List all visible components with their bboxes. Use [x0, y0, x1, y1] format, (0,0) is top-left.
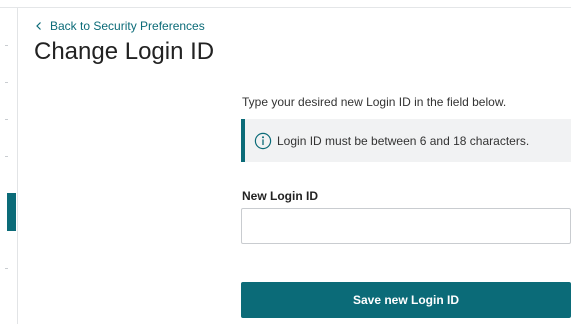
info-circle-icon [254, 132, 272, 149]
header-divider [0, 7, 571, 8]
new-login-id-input[interactable] [241, 208, 571, 244]
rail-marker [5, 82, 8, 83]
save-new-login-id-button[interactable]: Save new Login ID [241, 282, 571, 318]
back-link-label: Back to Security Preferences [50, 19, 205, 33]
back-to-security-preferences-link[interactable]: Back to Security Preferences [34, 19, 205, 33]
side-navigation-rail [0, 8, 18, 324]
new-login-id-label: New Login ID [242, 189, 318, 203]
rail-marker [5, 119, 8, 120]
page-title: Change Login ID [34, 38, 215, 65]
info-message-text: Login ID must be between 6 and 18 charac… [277, 133, 530, 148]
instruction-text: Type your desired new Login ID in the fi… [242, 95, 507, 109]
side-navigation-active-indicator[interactable] [7, 193, 16, 231]
chevron-left-icon [36, 22, 41, 30]
rail-marker [5, 268, 8, 269]
rail-marker [5, 45, 8, 46]
rail-marker [5, 156, 8, 157]
info-message-box: Login ID must be between 6 and 18 charac… [241, 119, 571, 162]
